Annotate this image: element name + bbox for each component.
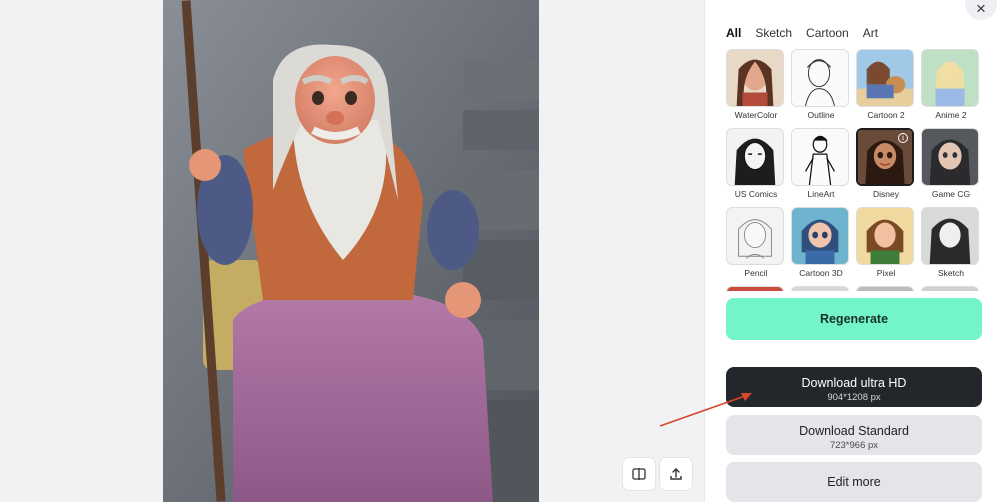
style-option-watercolor[interactable]: WaterColor <box>726 49 786 120</box>
style-thumbnail: i <box>856 128 914 186</box>
regenerate-button[interactable]: Regenerate <box>726 298 982 340</box>
style-label: Game CG <box>931 189 971 199</box>
style-thumbnail <box>726 49 784 107</box>
style-option-partial[interactable] <box>791 286 851 291</box>
style-label: LineArt <box>807 189 835 199</box>
style-label: Sketch <box>938 268 964 278</box>
style-label: Anime 2 <box>935 110 967 120</box>
style-option-anime-2[interactable]: Anime 2 <box>921 49 981 120</box>
download-standard-label: Download Standard <box>799 424 909 438</box>
close-icon: × <box>976 0 986 18</box>
style-thumbnail <box>921 49 979 107</box>
style-thumbnail <box>726 128 784 186</box>
style-label: Cartoon 2 <box>867 110 905 120</box>
edit-more-button[interactable]: Edit more <box>726 462 982 502</box>
info-icon[interactable]: i <box>898 133 908 143</box>
style-thumbnail <box>921 207 979 265</box>
style-thumbnail <box>791 49 849 107</box>
style-label: Outline <box>807 110 835 120</box>
style-thumbnail <box>856 207 914 265</box>
result-canvas <box>0 0 704 502</box>
style-label: US Comics <box>734 189 778 199</box>
style-option-disney[interactable]: i Disney <box>856 128 916 199</box>
style-tabs: All Sketch Cartoon Art <box>726 26 878 40</box>
style-panel: × All Sketch Cartoon Art WaterColor Outl… <box>704 0 1000 502</box>
style-thumbnail <box>921 286 979 291</box>
download-ultra-hd-button[interactable]: Download ultra HD 904*1208 px <box>726 367 982 407</box>
style-option-pixel[interactable]: Pixel <box>856 207 916 278</box>
tab-sketch[interactable]: Sketch <box>755 26 792 40</box>
style-thumbnail <box>921 128 979 186</box>
compare-button[interactable] <box>622 457 656 491</box>
style-option-game-cg[interactable]: Game CG <box>921 128 981 199</box>
style-option-lineart[interactable]: LineArt <box>791 128 851 199</box>
download-standard-size: 723*966 px <box>829 440 879 451</box>
style-label: WaterColor <box>734 110 778 120</box>
style-label: Pencil <box>744 268 768 278</box>
style-thumbnail <box>791 128 849 186</box>
tab-cartoon[interactable]: Cartoon <box>806 26 849 40</box>
generated-image <box>163 0 539 502</box>
tab-all[interactable]: All <box>726 26 741 40</box>
style-option-partial[interactable] <box>856 286 916 291</box>
style-option-cartoon-2[interactable]: Cartoon 2 <box>856 49 916 120</box>
style-thumbnail <box>791 207 849 265</box>
style-label: Pixel <box>876 268 896 278</box>
style-option-pencil[interactable]: Pencil <box>726 207 786 278</box>
close-button[interactable]: × <box>965 0 997 20</box>
download-hd-size: 904*1208 px <box>827 392 881 403</box>
download-hd-label: Download ultra HD <box>801 376 907 390</box>
style-thumbnail <box>856 286 914 291</box>
style-thumbnail <box>726 207 784 265</box>
style-thumbnail <box>791 286 849 291</box>
style-thumbnail <box>726 286 784 291</box>
style-label: Disney <box>873 189 899 199</box>
style-option-us-comics[interactable]: US Comics <box>726 128 786 199</box>
download-standard-button[interactable]: Download Standard 723*966 px <box>726 415 982 455</box>
tab-art[interactable]: Art <box>863 26 878 40</box>
style-thumbnail <box>856 49 914 107</box>
style-option-partial[interactable] <box>726 286 786 291</box>
style-grid: WaterColor Outline Cartoon 2 Anime 2 US … <box>726 49 986 291</box>
style-option-outline[interactable]: Outline <box>791 49 851 120</box>
compare-icon <box>632 468 646 480</box>
style-option-sketch[interactable]: Sketch <box>921 207 981 278</box>
style-option-partial[interactable] <box>921 286 981 291</box>
style-label: Cartoon 3D <box>799 268 843 278</box>
style-option-cartoon-3d[interactable]: Cartoon 3D <box>791 207 851 278</box>
upload-button[interactable] <box>659 457 693 491</box>
upload-icon <box>670 468 682 480</box>
